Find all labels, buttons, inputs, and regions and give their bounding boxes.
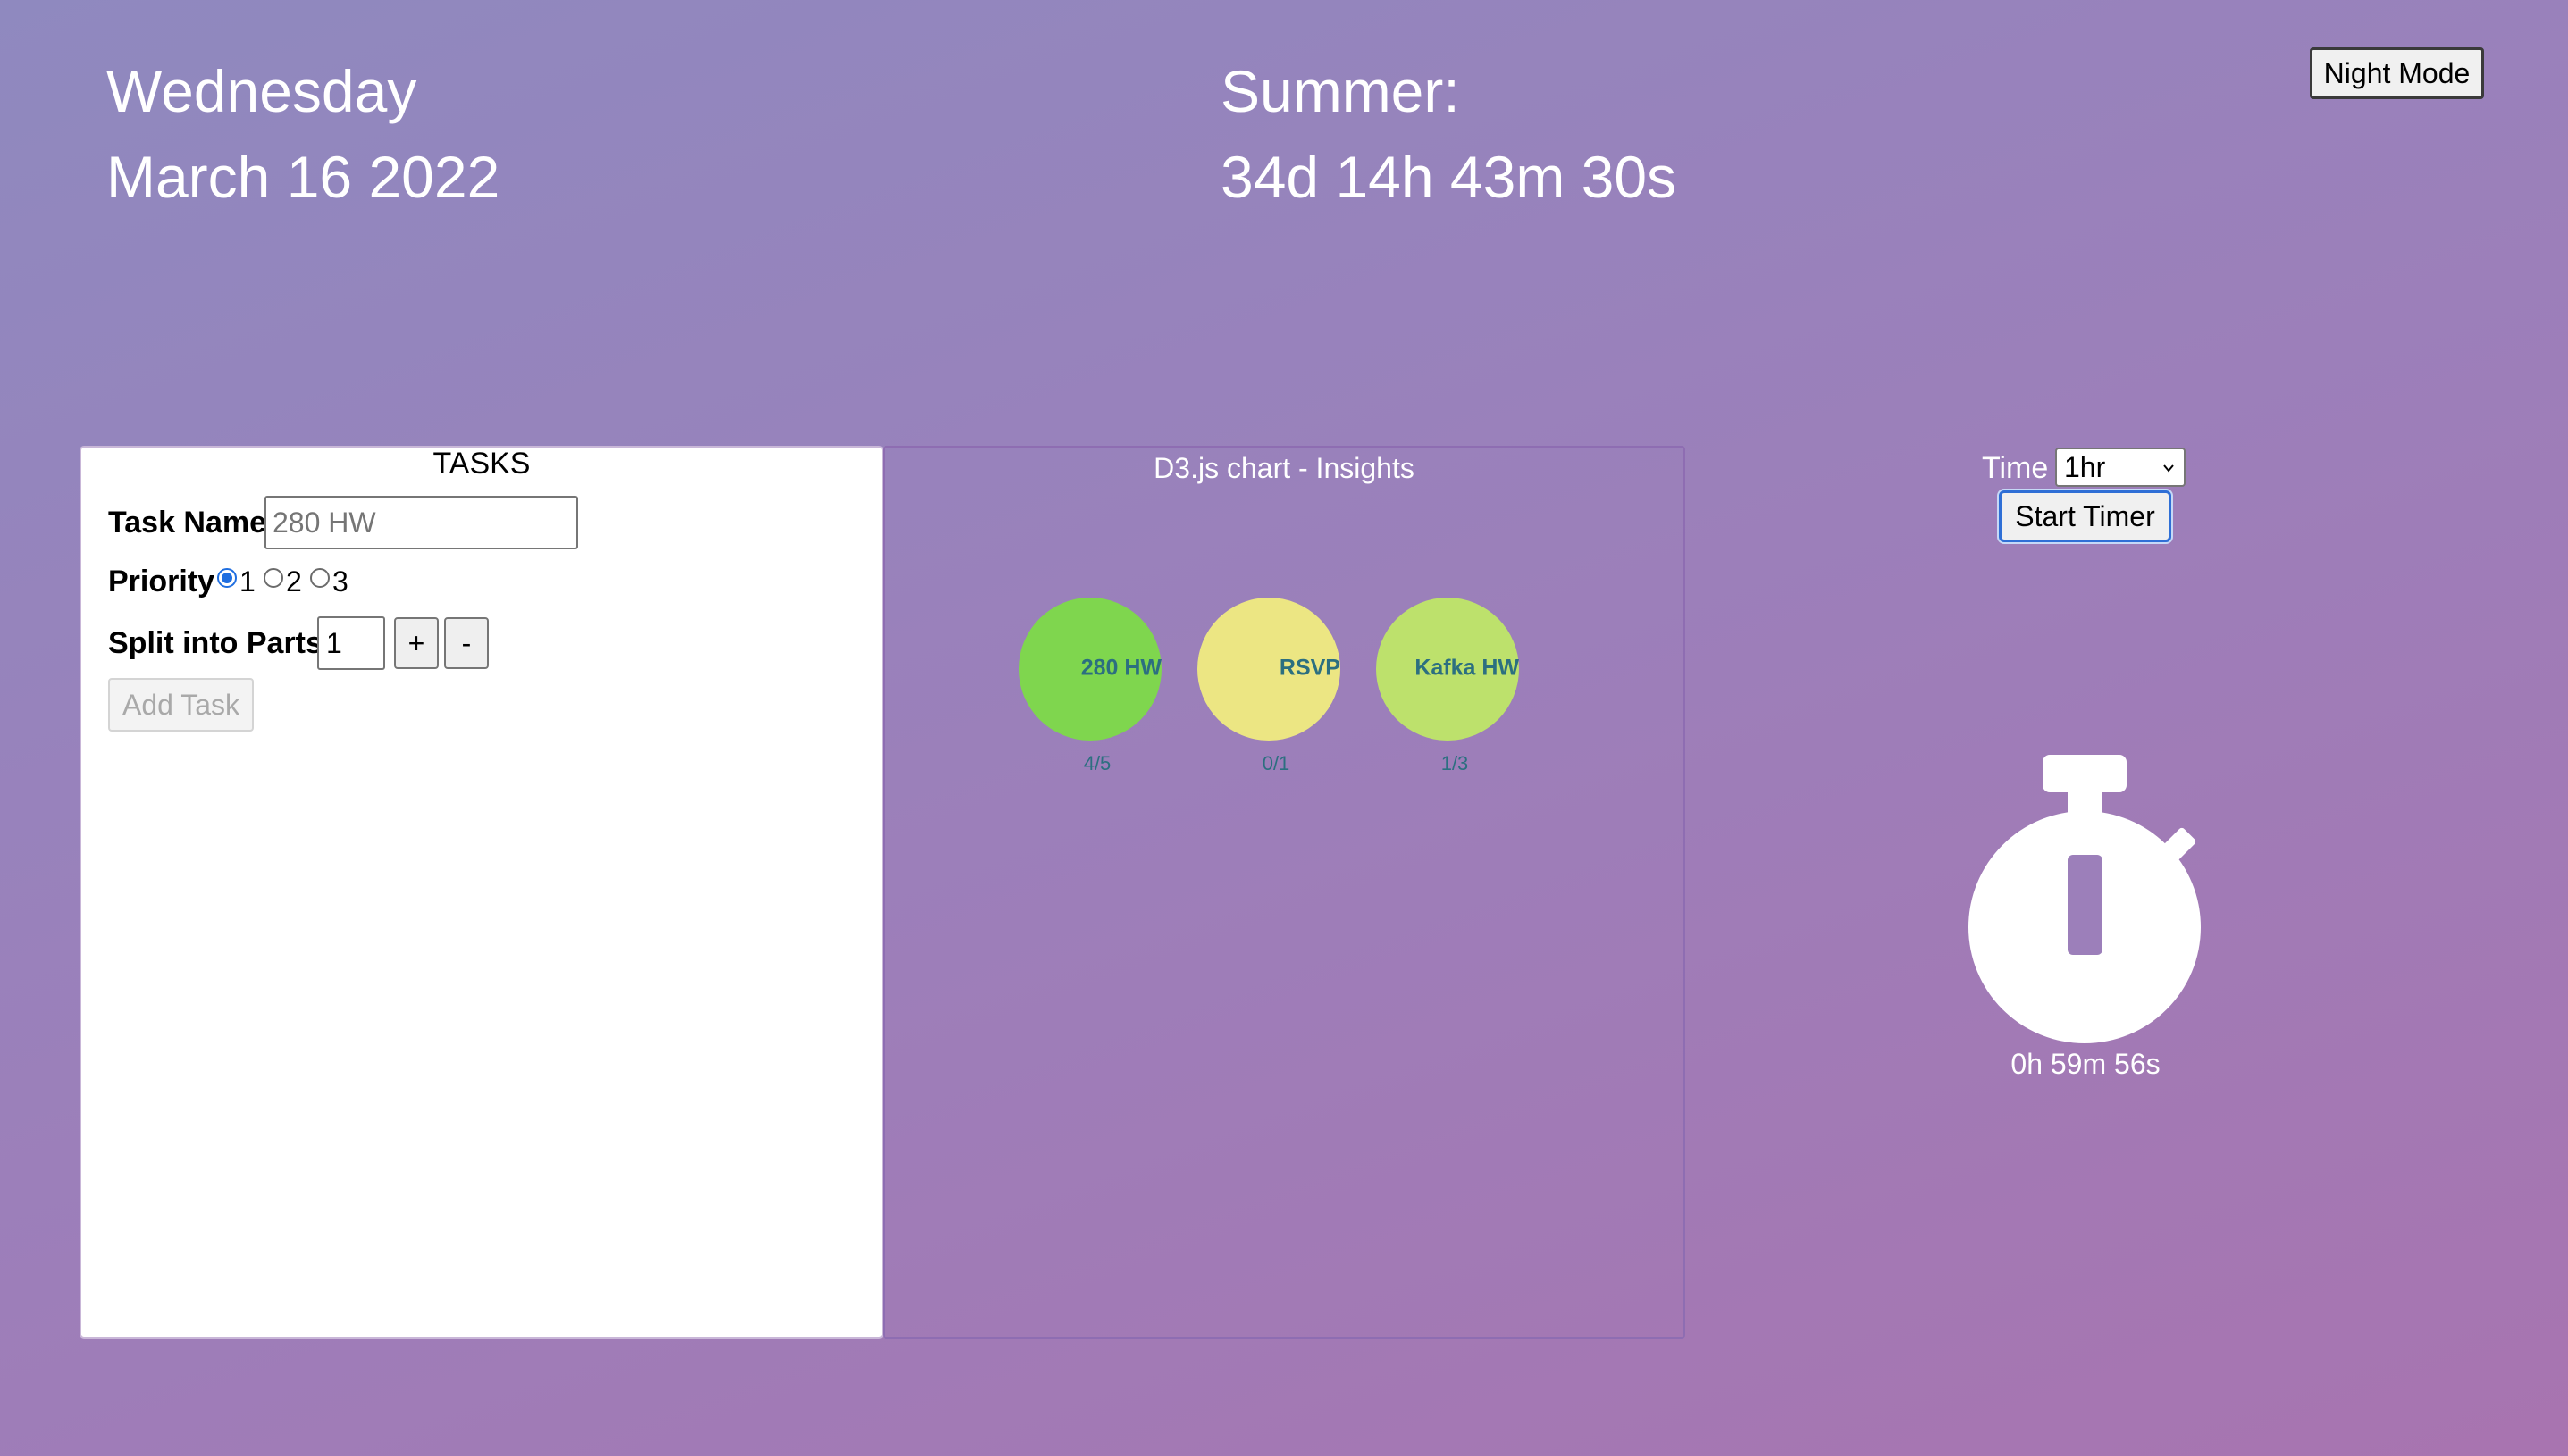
task-name-input[interactable] bbox=[264, 496, 578, 549]
task-bubble-progress: 4/5 bbox=[1084, 752, 1112, 774]
priority-radio-1[interactable] bbox=[217, 568, 237, 588]
priority-radio-3[interactable] bbox=[310, 568, 330, 588]
add-task-button[interactable]: Add Task bbox=[108, 678, 254, 732]
task-bubble-name: Kafka HW bbox=[1414, 656, 1519, 681]
increment-parts-button[interactable]: + bbox=[394, 617, 439, 669]
split-parts-input[interactable] bbox=[317, 616, 385, 670]
time-duration-select[interactable]: 1hr bbox=[2055, 448, 2186, 487]
day-of-week: Wednesday bbox=[106, 58, 417, 124]
stopwatch-icon bbox=[1968, 755, 2201, 1043]
task-bubble-progress: 1/3 bbox=[1441, 752, 1469, 774]
insights-chart: 280 HW 4/5 RSVP 0/1 Kafka HW 1/3 bbox=[1019, 598, 1519, 774]
priority-option-1-label: 1 bbox=[239, 565, 256, 598]
task-bubble-progress: 0/1 bbox=[1263, 752, 1290, 774]
summer-label: Summer: bbox=[1221, 58, 1460, 124]
split-parts-label: Split into Parts bbox=[108, 626, 323, 660]
priority-label: Priority bbox=[108, 565, 215, 598]
current-date: March 16 2022 bbox=[106, 144, 500, 210]
chevron-down-icon bbox=[2163, 464, 2174, 473]
priority-option-3-label: 3 bbox=[332, 565, 348, 598]
task-bubble-name: RSVP bbox=[1280, 656, 1340, 681]
summer-countdown: 34d 14h 43m 30s bbox=[1221, 144, 1677, 210]
task-name-label: Task Name bbox=[108, 506, 267, 540]
time-selected-value: 1hr bbox=[2064, 451, 2106, 483]
timer-readout: 0h 59m 56s bbox=[2010, 1048, 2161, 1080]
priority-option-2-label: 2 bbox=[286, 565, 302, 598]
decrement-parts-button[interactable]: - bbox=[444, 617, 489, 669]
night-mode-button[interactable]: Night Mode bbox=[2310, 47, 2484, 99]
time-label: Time bbox=[1982, 451, 2049, 485]
task-bubble-name: 280 HW bbox=[1081, 656, 1162, 681]
priority-radio-2[interactable] bbox=[264, 568, 283, 588]
tasks-title: TASKS bbox=[432, 447, 531, 481]
start-timer-button[interactable]: Start Timer bbox=[1999, 490, 2171, 542]
